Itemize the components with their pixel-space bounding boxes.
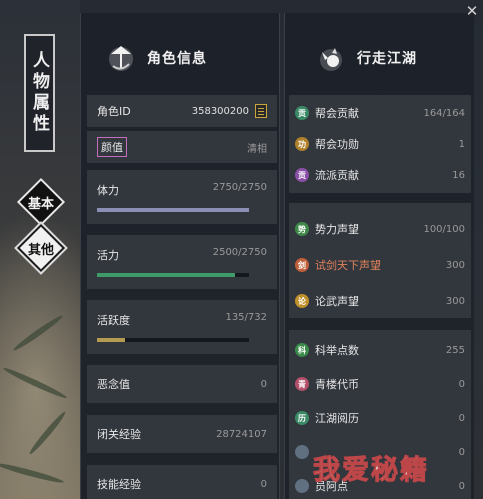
activity-value: 135/732 — [225, 312, 267, 323]
faction-reputation-value: 100/100 — [423, 223, 465, 235]
character-info-header: 角色信息 — [105, 33, 207, 83]
exam-points-value: 255 — [445, 344, 465, 356]
sidebar-title: 人物属性 — [29, 51, 49, 135]
row-stamina: 体力 2750/2750 — [87, 170, 277, 224]
malice-label: 恶念值 — [97, 378, 130, 391]
item-sword-trial-reputation: 剑 试剑天下声望 300 — [295, 253, 465, 277]
qinglou-coin-value: 0 — [458, 378, 465, 390]
activity-bar-fill — [97, 338, 125, 342]
sword-trial-label: 试剑天下声望 — [315, 259, 381, 272]
row-character-id: 角色ID 358300200 — [87, 95, 277, 127]
stamina-value: 2750/2750 — [212, 182, 267, 193]
item-martial-debate-reputation: 论 论武声望 300 — [295, 289, 465, 313]
row-malice: 恶念值 0 — [87, 365, 277, 403]
misc-1-value: 0 — [458, 446, 465, 458]
item-jianghu-experience: 历 江湖阅历 0 — [295, 406, 465, 430]
martial-debate-value: 300 — [445, 295, 465, 307]
guild-merit-icon: 功 — [295, 137, 309, 151]
row-activity: 活跃度 135/732 — [87, 300, 277, 354]
item-faction-reputation: 势 势力声望 100/100 — [295, 217, 465, 241]
jianghu-experience-label: 江湖阅历 — [315, 412, 359, 425]
vitality-label: 活力 — [97, 249, 119, 262]
guild-group: 贡 帮会贡献 164/164 功 帮会功勋 1 贡 流派贡献 16 — [289, 95, 471, 193]
appearance-label[interactable]: 颜值 — [97, 137, 127, 157]
item-qinglou-coin: 青 青楼代币 0 — [295, 372, 465, 396]
left-decorative-strip: 人物属性 基本 其他 — [0, 0, 80, 499]
guild-contribution-icon: 贡 — [295, 106, 309, 120]
misc-icon-1 — [295, 445, 309, 459]
stamina-label: 体力 — [97, 184, 119, 197]
row-skill-exp: 技能经验 0 — [87, 465, 277, 499]
sword-trial-icon: 剑 — [295, 258, 309, 272]
character-info-panel: 角色信息 角色ID 358300200 颜值 清相 体力 2750/2750 活… — [80, 13, 280, 499]
ink-swirl-icon — [315, 42, 347, 74]
watermark-text: 我爱秘籍 — [313, 455, 429, 487]
faction-reputation-icon: 势 — [295, 222, 309, 236]
guild-merit-label: 帮会功勋 — [315, 138, 359, 151]
vitality-bar — [97, 273, 249, 277]
misc-2-value: 0 — [458, 480, 465, 492]
exam-points-icon: 科 — [295, 343, 309, 357]
sidebar-title-plaque: 人物属性 — [24, 34, 55, 152]
guild-contribution-label: 帮会贡献 — [315, 107, 359, 120]
activity-label: 活跃度 — [97, 314, 130, 327]
character-info-title: 角色信息 — [147, 51, 207, 67]
row-vitality: 活力 2500/2750 — [87, 235, 277, 289]
skill-exp-label: 技能经验 — [97, 478, 141, 491]
jianghu-panel: 行走江湖 贡 帮会贡献 164/164 功 帮会功勋 1 贡 流派贡献 16 势 — [284, 13, 474, 499]
character-attributes-window: 人物属性 基本 其他 角色信息 角色ID 358300200 颜值 清相 体力 … — [0, 0, 483, 499]
item-guild-merit: 功 帮会功勋 1 — [295, 132, 465, 156]
row-appearance: 颜值 清相 — [87, 131, 277, 163]
tab-basic[interactable]: 基本 — [15, 176, 67, 228]
item-school-contribution: 贡 流派贡献 16 — [295, 163, 465, 187]
school-contribution-value: 16 — [452, 169, 465, 181]
row-seclusion-exp: 闭关经验 28724107 — [87, 415, 277, 453]
sword-trial-value: 300 — [445, 259, 465, 271]
jianghu-experience-value: 0 — [458, 412, 465, 424]
qinglou-coin-icon: 青 — [295, 377, 309, 391]
martial-debate-icon: 论 — [295, 294, 309, 308]
close-icon[interactable]: ✕ — [463, 2, 481, 20]
tab-basic-label: 基本 — [27, 196, 54, 212]
appearance-value: 清相 — [247, 143, 267, 155]
jianghu-header: 行走江湖 — [315, 33, 417, 83]
school-contribution-icon: 贡 — [295, 168, 309, 182]
item-exam-points: 科 科举点数 255 — [295, 338, 465, 362]
malice-value: 0 — [260, 378, 267, 390]
reputation-group: 势 势力声望 100/100 剑 试剑天下声望 300 论 论武声望 300 — [289, 203, 471, 318]
item-guild-contribution: 贡 帮会贡献 164/164 — [295, 101, 465, 125]
umbrella-ink-icon — [105, 42, 137, 74]
vitality-value: 2500/2750 — [212, 247, 267, 258]
jianghu-title: 行走江湖 — [357, 51, 417, 67]
martial-debate-label: 论武声望 — [315, 295, 359, 308]
guild-merit-value: 1 — [458, 138, 465, 150]
guild-contribution-value: 164/164 — [423, 107, 465, 119]
tab-other[interactable]: 其他 — [15, 222, 67, 274]
stamina-bar — [97, 208, 249, 212]
skill-exp-value: 0 — [260, 478, 267, 490]
seclusion-exp-label: 闭关经验 — [97, 428, 141, 441]
jianghu-experience-icon: 历 — [295, 411, 309, 425]
vitality-bar-fill — [97, 273, 236, 277]
copy-id-icon[interactable] — [255, 104, 267, 118]
school-contribution-label: 流派贡献 — [315, 169, 359, 182]
stamina-bar-fill — [97, 208, 249, 212]
misc-icon-2 — [295, 479, 309, 493]
seclusion-exp-value: 28724107 — [216, 428, 267, 440]
activity-bar — [97, 338, 249, 342]
qinglou-coin-label: 青楼代币 — [315, 378, 359, 391]
character-id-label: 角色ID — [97, 105, 131, 118]
faction-reputation-label: 势力声望 — [315, 223, 359, 236]
character-id-value: 358300200 — [191, 105, 249, 117]
tab-other-label: 其他 — [27, 242, 54, 258]
exam-points-label: 科举点数 — [315, 344, 359, 357]
